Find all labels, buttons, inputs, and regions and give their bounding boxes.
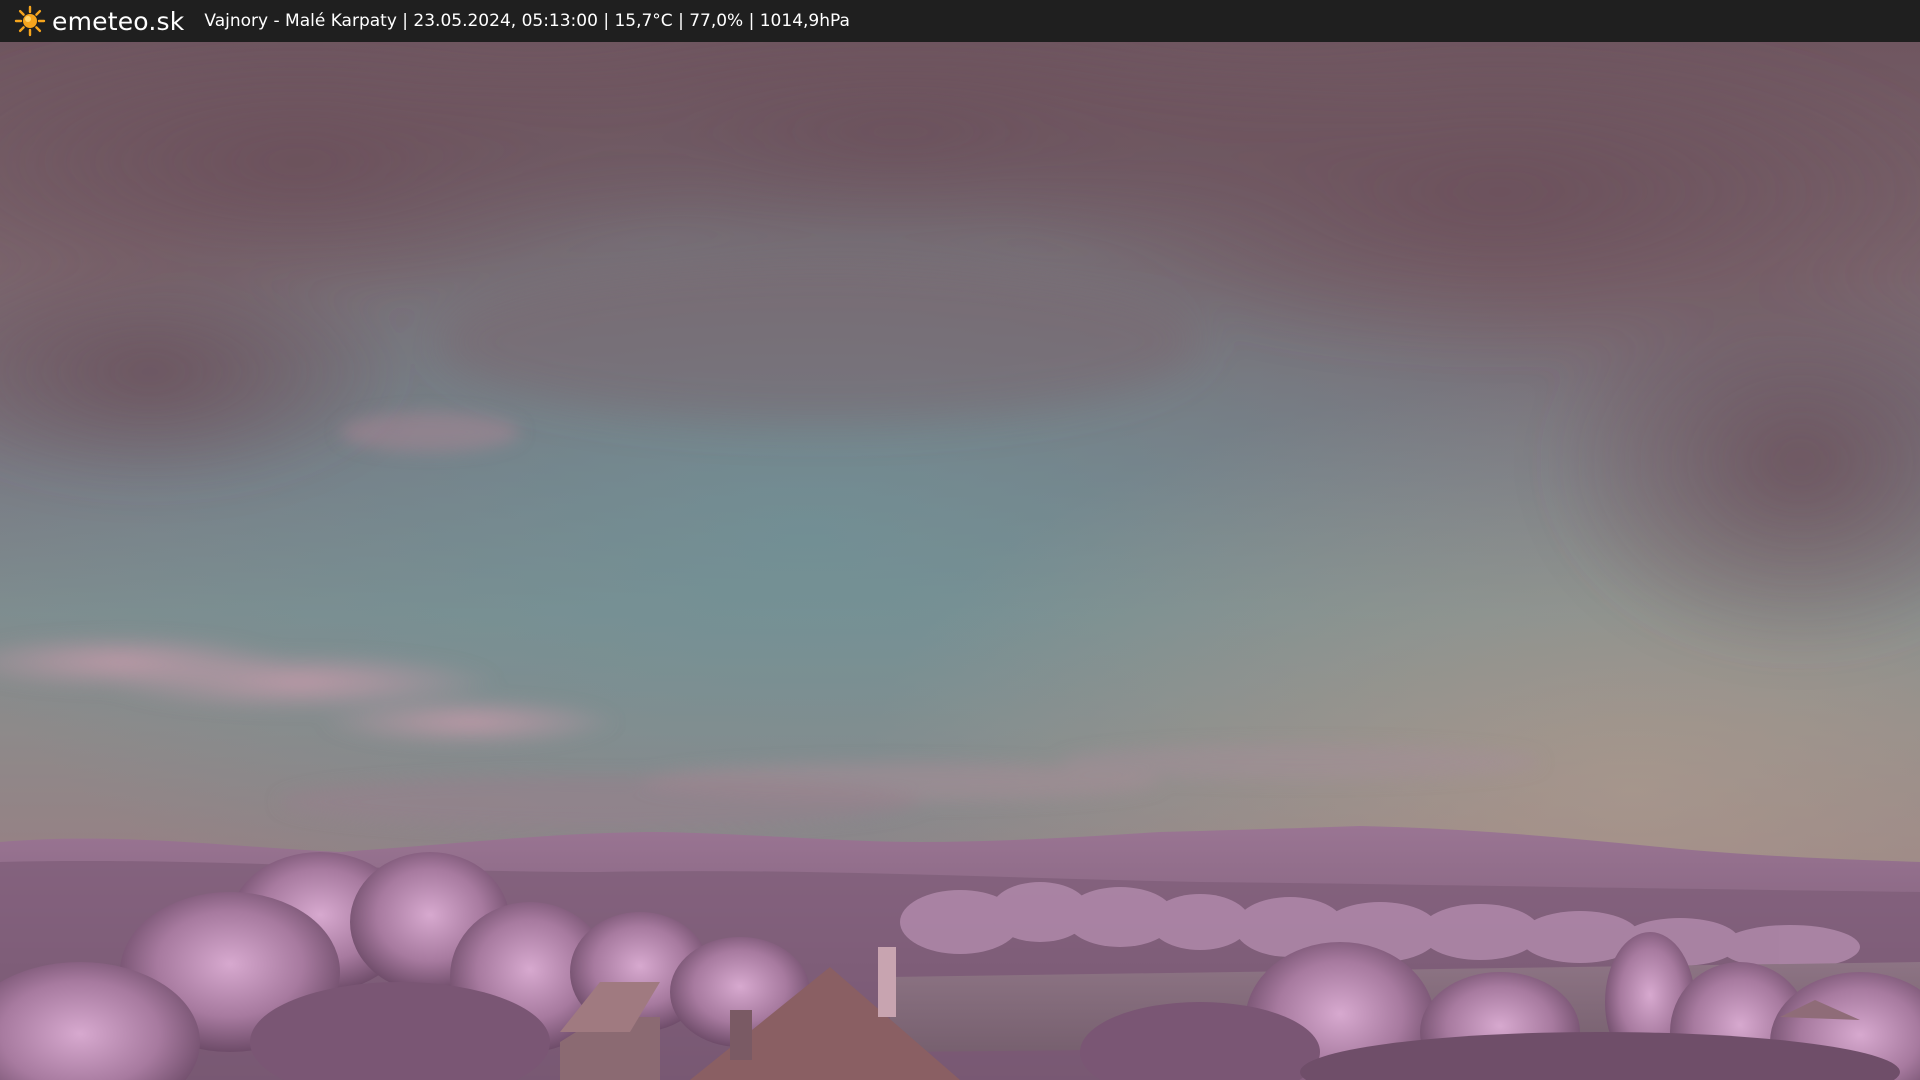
webcam-frame: emeteo.sk Vajnory - Malé Karpaty | 23.05… [0,0,1920,1080]
sun-icon [14,5,46,37]
brand-logo[interactable]: emeteo.sk [14,5,184,37]
brand-name: emeteo.sk [52,6,185,36]
webcam-image [0,42,1920,1080]
info-bar: emeteo.sk Vajnory - Malé Karpaty | 23.05… [0,0,1920,42]
station-readout: Vajnory - Malé Karpaty | 23.05.2024, 05:… [204,10,850,31]
